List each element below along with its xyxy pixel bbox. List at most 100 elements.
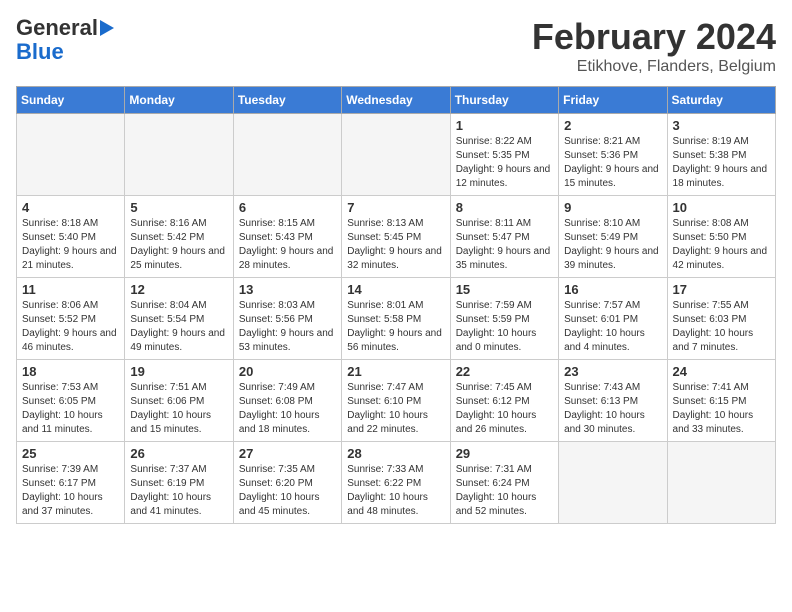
calendar-week-4: 18 Sunrise: 7:53 AMSunset: 6:05 PMDayligh…: [17, 360, 776, 442]
day-info: Sunrise: 7:51 AMSunset: 6:06 PMDaylight:…: [130, 381, 227, 437]
day-number: 20: [239, 364, 336, 379]
logo-blue: Blue: [16, 40, 64, 64]
calendar-cell: [342, 114, 450, 196]
calendar-cell: 11 Sunrise: 8:06 AMSunset: 5:52 PMDayligh…: [17, 278, 125, 360]
day-number: 27: [239, 446, 336, 461]
calendar-cell: 2 Sunrise: 8:21 AMSunset: 5:36 PMDaylight…: [559, 114, 667, 196]
day-number: 25: [22, 446, 119, 461]
calendar-cell: 21Sunrise: 7:47 AMSunset: 6:10 PMDayligh…: [342, 360, 450, 442]
calendar-table: SundayMondayTuesdayWednesdayThursdayFrid…: [16, 86, 776, 524]
day-info: Sunrise: 7:45 AMSunset: 6:12 PMDaylight:…: [456, 381, 553, 437]
day-number: 8: [456, 200, 553, 215]
day-number: 6: [239, 200, 336, 215]
calendar-cell: 20 Sunrise: 7:49 AMSunset: 6:08 PMDayligh…: [233, 360, 341, 442]
day-info: Sunrise: 8:11 AMSunset: 5:47 PMDaylight:…: [456, 217, 553, 273]
day-info: Sunrise: 8:01 AMSunset: 5:58 PMDaylight:…: [347, 299, 444, 355]
logo: General Blue: [16, 16, 114, 64]
day-info: Sunrise: 8:19 AMSunset: 5:38 PMDaylight:…: [673, 135, 770, 191]
day-number: 15: [456, 282, 553, 297]
calendar-week-5: 25 Sunrise: 7:39 AMSunset: 6:17 PMDayligh…: [17, 442, 776, 524]
calendar-cell: 22 Sunrise: 7:45 AMSunset: 6:12 PMDayligh…: [450, 360, 558, 442]
weekday-header-tuesday: Tuesday: [233, 87, 341, 114]
weekday-header-thursday: Thursday: [450, 87, 558, 114]
weekday-header-saturday: Saturday: [667, 87, 775, 114]
calendar-cell: 15Sunrise: 7:59 AMSunset: 5:59 PMDayligh…: [450, 278, 558, 360]
calendar-cell: 13 Sunrise: 8:03 AMSunset: 5:56 PMDayligh…: [233, 278, 341, 360]
calendar-cell: [667, 442, 775, 524]
day-number: 12: [130, 282, 227, 297]
calendar-cell: 25 Sunrise: 7:39 AMSunset: 6:17 PMDayligh…: [17, 442, 125, 524]
day-number: 5: [130, 200, 227, 215]
day-info: Sunrise: 8:04 AMSunset: 5:54 PMDaylight:…: [130, 299, 227, 355]
day-info: Sunrise: 7:43 AMSunset: 6:13 PMDaylight:…: [564, 381, 661, 437]
day-info: Sunrise: 8:13 AMSunset: 5:45 PMDaylight:…: [347, 217, 444, 273]
calendar-week-1: 1Sunrise: 8:22 AMSunset: 5:35 PMDaylight…: [17, 114, 776, 196]
day-number: 13: [239, 282, 336, 297]
day-info: Sunrise: 8:16 AMSunset: 5:42 PMDaylight:…: [130, 217, 227, 273]
calendar-cell: 5 Sunrise: 8:16 AMSunset: 5:42 PMDaylight…: [125, 196, 233, 278]
day-info: Sunrise: 7:35 AMSunset: 6:20 PMDaylight:…: [239, 463, 336, 519]
calendar-cell: 6Sunrise: 8:15 AMSunset: 5:43 PMDaylight…: [233, 196, 341, 278]
day-info: Sunrise: 7:49 AMSunset: 6:08 PMDaylight:…: [239, 381, 336, 437]
day-number: 29: [456, 446, 553, 461]
weekday-header-friday: Friday: [559, 87, 667, 114]
calendar-cell: 1Sunrise: 8:22 AMSunset: 5:35 PMDaylight…: [450, 114, 558, 196]
day-number: 16: [564, 282, 661, 297]
day-info: Sunrise: 7:41 AMSunset: 6:15 PMDaylight:…: [673, 381, 770, 437]
day-info: Sunrise: 7:37 AMSunset: 6:19 PMDaylight:…: [130, 463, 227, 519]
day-info: Sunrise: 7:57 AMSunset: 6:01 PMDaylight:…: [564, 299, 661, 355]
logo-arrow-icon: [100, 20, 114, 36]
day-info: Sunrise: 8:21 AMSunset: 5:36 PMDaylight:…: [564, 135, 661, 191]
day-number: 2: [564, 118, 661, 133]
day-info: Sunrise: 8:10 AMSunset: 5:49 PMDaylight:…: [564, 217, 661, 273]
calendar-cell: [559, 442, 667, 524]
weekday-header-row: SundayMondayTuesdayWednesdayThursdayFrid…: [17, 87, 776, 114]
day-info: Sunrise: 8:08 AMSunset: 5:50 PMDaylight:…: [673, 217, 770, 273]
calendar-cell: 24 Sunrise: 7:41 AMSunset: 6:15 PMDayligh…: [667, 360, 775, 442]
calendar-cell: 4Sunrise: 8:18 AMSunset: 5:40 PMDaylight…: [17, 196, 125, 278]
calendar-week-3: 11 Sunrise: 8:06 AMSunset: 5:52 PMDayligh…: [17, 278, 776, 360]
day-number: 9: [564, 200, 661, 215]
calendar-cell: 17 Sunrise: 7:55 AMSunset: 6:03 PMDayligh…: [667, 278, 775, 360]
day-number: 11: [22, 282, 119, 297]
title-area: February 2024 Etikhove, Flanders, Belgiu…: [532, 16, 776, 76]
weekday-header-monday: Monday: [125, 87, 233, 114]
calendar-cell: [17, 114, 125, 196]
day-number: 18: [22, 364, 119, 379]
calendar-cell: 9 Sunrise: 8:10 AMSunset: 5:49 PMDaylight…: [559, 196, 667, 278]
day-number: 24: [673, 364, 770, 379]
calendar-cell: 18 Sunrise: 7:53 AMSunset: 6:05 PMDayligh…: [17, 360, 125, 442]
page-header: General Blue February 2024 Etikhove, Fla…: [16, 16, 776, 76]
calendar-cell: 27 Sunrise: 7:35 AMSunset: 6:20 PMDayligh…: [233, 442, 341, 524]
day-info: Sunrise: 8:06 AMSunset: 5:52 PMDaylight:…: [22, 299, 119, 355]
location-subtitle: Etikhove, Flanders, Belgium: [532, 58, 776, 76]
calendar-cell: 12 Sunrise: 8:04 AMSunset: 5:54 PMDayligh…: [125, 278, 233, 360]
calendar-cell: [233, 114, 341, 196]
day-number: 7: [347, 200, 444, 215]
weekday-header-sunday: Sunday: [17, 87, 125, 114]
calendar-week-2: 4Sunrise: 8:18 AMSunset: 5:40 PMDaylight…: [17, 196, 776, 278]
day-number: 28: [347, 446, 444, 461]
calendar-cell: 16 Sunrise: 7:57 AMSunset: 6:01 PMDayligh…: [559, 278, 667, 360]
day-number: 3: [673, 118, 770, 133]
day-info: Sunrise: 7:31 AMSunset: 6:24 PMDaylight:…: [456, 463, 553, 519]
day-number: 22: [456, 364, 553, 379]
day-info: Sunrise: 7:39 AMSunset: 6:17 PMDaylight:…: [22, 463, 119, 519]
calendar-cell: 19Sunrise: 7:51 AMSunset: 6:06 PMDayligh…: [125, 360, 233, 442]
calendar-cell: 28Sunrise: 7:33 AMSunset: 6:22 PMDayligh…: [342, 442, 450, 524]
day-info: Sunrise: 7:47 AMSunset: 6:10 PMDaylight:…: [347, 381, 444, 437]
day-number: 17: [673, 282, 770, 297]
day-number: 10: [673, 200, 770, 215]
day-info: Sunrise: 8:22 AMSunset: 5:35 PMDaylight:…: [456, 135, 553, 191]
day-number: 23: [564, 364, 661, 379]
calendar-cell: 14Sunrise: 8:01 AMSunset: 5:58 PMDayligh…: [342, 278, 450, 360]
month-title: February 2024: [532, 16, 776, 58]
day-number: 4: [22, 200, 119, 215]
day-info: Sunrise: 7:55 AMSunset: 6:03 PMDaylight:…: [673, 299, 770, 355]
day-number: 26: [130, 446, 227, 461]
calendar-cell: 26 Sunrise: 7:37 AMSunset: 6:19 PMDayligh…: [125, 442, 233, 524]
day-info: Sunrise: 7:53 AMSunset: 6:05 PMDaylight:…: [22, 381, 119, 437]
logo-general: General: [16, 16, 98, 40]
day-info: Sunrise: 8:03 AMSunset: 5:56 PMDaylight:…: [239, 299, 336, 355]
calendar-cell: 29 Sunrise: 7:31 AMSunset: 6:24 PMDayligh…: [450, 442, 558, 524]
